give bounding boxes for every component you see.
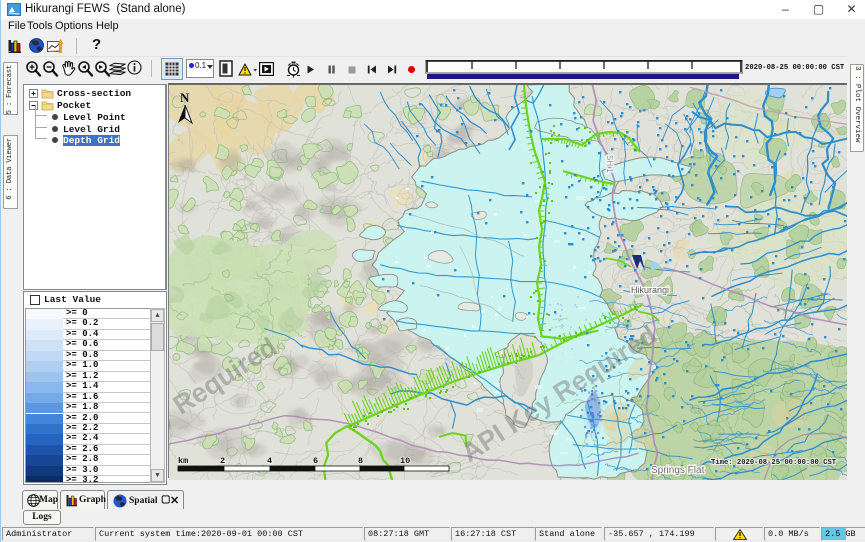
svg-text:6: 6 — [313, 456, 318, 466]
svg-text:Time: 2020-08-25 00:00:00 CST: Time: 2020-08-25 00:00:00 CST — [711, 459, 837, 467]
svg-text:2: 2 — [220, 456, 225, 466]
svg-text:4: 4 — [267, 456, 272, 466]
svg-text:SH 1: SH 1 — [605, 155, 614, 173]
svg-text:Springs Flat: Springs Flat — [651, 465, 705, 476]
svg-text:km: km — [178, 456, 188, 466]
svg-text:N: N — [180, 90, 190, 105]
svg-text:Hikurangi: Hikurangi — [631, 285, 669, 295]
svg-text:8: 8 — [358, 456, 363, 466]
svg-text:10: 10 — [400, 456, 410, 466]
